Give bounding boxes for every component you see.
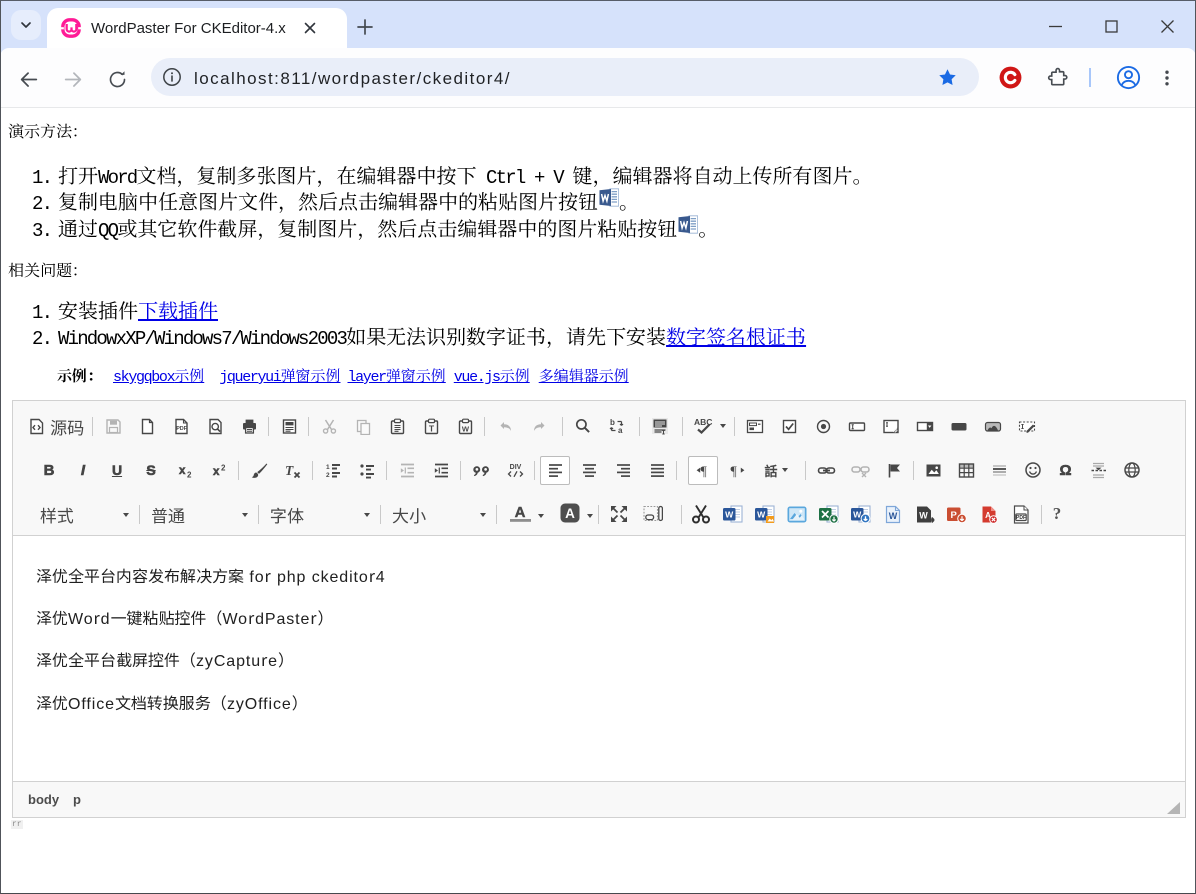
svg-text:PDF: PDF	[1016, 515, 1026, 521]
svg-text:W: W	[919, 510, 928, 520]
svg-text:W: W	[725, 509, 734, 519]
svg-text:W: W	[757, 509, 766, 519]
svg-text:1: 1	[326, 464, 330, 471]
svg-text:A: A	[565, 506, 575, 521]
svg-text:DIV: DIV	[509, 464, 521, 471]
svg-text:PDF: PDF	[176, 426, 187, 432]
svg-text:¶: ¶	[700, 464, 707, 479]
svg-text:x: x	[179, 465, 186, 477]
svg-text:W: W	[461, 424, 469, 433]
svg-text:2: 2	[187, 470, 192, 479]
svg-text:P: P	[951, 509, 958, 520]
svg-text:2: 2	[326, 472, 330, 479]
svg-text:b: b	[610, 418, 615, 427]
svg-text:x: x	[213, 466, 220, 478]
svg-text:T: T	[428, 423, 434, 433]
svg-text:A: A	[515, 504, 526, 521]
svg-text:W: W	[889, 511, 898, 521]
svg-text:a: a	[618, 426, 623, 435]
svg-text:2: 2	[221, 463, 226, 472]
svg-text:T: T	[285, 463, 294, 478]
svg-text:¶: ¶	[730, 464, 737, 479]
